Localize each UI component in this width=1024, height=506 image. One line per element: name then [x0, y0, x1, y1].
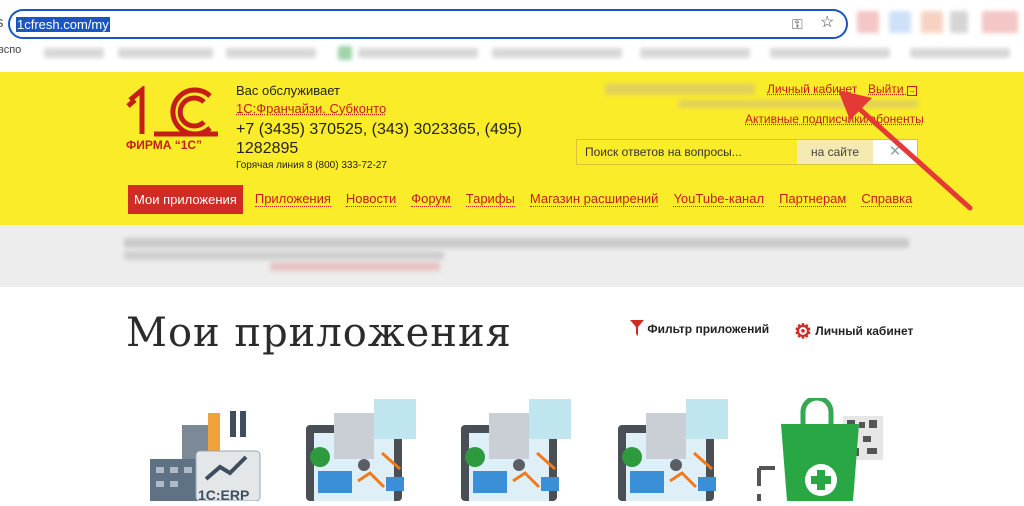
main-nav: Мои приложения Приложения Новости Форум …	[128, 185, 927, 214]
browser-chrome: s 1cfresh.com/my ⚿ ☆ вспо	[0, 0, 1024, 72]
address-bar[interactable]: 1cfresh.com/my ⚿ ☆	[8, 9, 848, 39]
filter-apps-label: Фильтр приложений	[647, 322, 770, 336]
notice-link-redacted[interactable]	[270, 262, 440, 271]
tab-fragment: s	[0, 14, 4, 31]
nav-my-apps[interactable]: Мои приложения	[128, 185, 243, 214]
extension-icon[interactable]	[889, 11, 911, 33]
served-by-label: Вас обслуживает	[236, 83, 340, 98]
annotation-arrow-icon	[838, 90, 973, 211]
logo-mark-icon	[126, 84, 218, 137]
nav-extensions-store[interactable]: Магазин расширений	[529, 192, 659, 207]
extension-icon[interactable]	[921, 11, 943, 33]
notice-text-redacted	[124, 251, 444, 260]
url-text[interactable]: 1cfresh.com/my	[16, 17, 110, 32]
partner-link[interactable]: 1С:Франчайзи. Субконто	[236, 101, 386, 116]
profile-icon[interactable]	[982, 11, 1018, 33]
gear-icon: ⚙	[794, 321, 812, 343]
bookmark-item[interactable]	[358, 48, 478, 58]
app-tile[interactable]	[612, 395, 730, 506]
bookmark-item[interactable]	[770, 48, 890, 58]
bookmark-item[interactable]	[492, 48, 622, 58]
bookmark-item[interactable]	[44, 48, 104, 58]
notice-band	[0, 225, 1024, 287]
logo-text: ФИРМА “1С”	[126, 138, 203, 152]
bookmark-item[interactable]	[910, 48, 1010, 58]
phone-numbers: +7 (3435) 370525, (343) 3023365, (495) 1…	[236, 121, 522, 157]
bookmark-item[interactable]	[118, 48, 213, 58]
logistics-icon	[618, 399, 728, 501]
logistics-icon	[306, 399, 416, 501]
funnel-icon	[630, 320, 644, 336]
user-name-redacted	[605, 83, 755, 95]
nav-youtube[interactable]: YouTube-канал	[673, 192, 765, 207]
extension-icon[interactable]	[950, 11, 968, 33]
account-button[interactable]: ⚙ Личный кабинет	[794, 319, 913, 344]
app-tile-erp[interactable]: 1C:ERP	[146, 395, 262, 506]
bookmark-favicon[interactable]	[338, 46, 352, 60]
nav-apps[interactable]: Приложения	[254, 192, 331, 207]
star-icon[interactable]: ☆	[820, 15, 834, 31]
app-tile-store[interactable]	[755, 395, 885, 506]
bookmark-item[interactable]	[640, 48, 750, 58]
factory-icon	[150, 411, 261, 502]
search-input[interactable]: Поиск ответов на вопросы...	[577, 140, 797, 164]
notice-text-redacted	[124, 238, 909, 248]
nav-news[interactable]: Новости	[345, 192, 397, 207]
shopping-bag-icon	[757, 395, 883, 501]
app-tile[interactable]	[300, 395, 418, 506]
hotline: Горячая линия 8 (800) 333-72-27	[236, 160, 387, 171]
logistics-icon	[461, 399, 571, 501]
page-title: Мои приложения	[126, 310, 512, 356]
app-tile[interactable]	[455, 395, 573, 506]
extension-icon[interactable]	[857, 11, 879, 33]
logo[interactable]: ФИРМА “1С”	[124, 84, 220, 156]
nav-tariffs[interactable]: Тарифы	[465, 192, 515, 207]
bookmark-item[interactable]	[226, 48, 316, 58]
bookmark-fragment[interactable]: вспо	[0, 44, 21, 56]
account-label: Личный кабинет	[815, 324, 914, 338]
filter-apps-button[interactable]: Фильтр приложений	[630, 320, 769, 336]
nav-forum[interactable]: Форум	[411, 192, 451, 207]
key-icon[interactable]: ⚿	[792, 16, 803, 32]
